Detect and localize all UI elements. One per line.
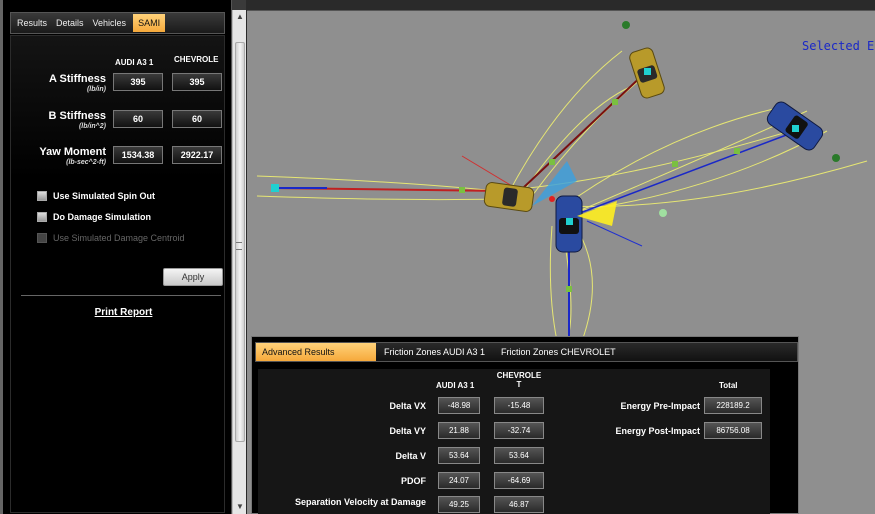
adv-column-header-total: Total: [719, 381, 738, 390]
sami-sidebar: Results Details Vehicles SAMI AUDI A3 1 …: [0, 0, 232, 514]
audi-path-line: [521, 70, 648, 190]
chevrolet-impact-cone: [577, 201, 617, 226]
yaw-moment-unit: (lb-sec^2-ft): [66, 159, 106, 166]
a-stiffness-chevrolet-field[interactable]: 395: [172, 73, 222, 91]
do-damage-simulation-label: Do Damage Simulation: [53, 212, 152, 222]
print-report-link[interactable]: Print Report: [11, 307, 236, 318]
chevrolet-path-line: [571, 130, 798, 217]
sidebar-scrollbar[interactable]: ▲ ▼: [232, 10, 246, 514]
delta-v-audi-value: 53.64: [438, 447, 480, 464]
delta-vy-label: Delta VY: [389, 426, 426, 436]
apply-button[interactable]: Apply: [163, 268, 223, 286]
delta-vy-audi-value: 21.88: [438, 422, 480, 439]
use-simulated-damage-centroid-label: Use Simulated Damage Centroid: [53, 233, 185, 243]
delta-vx-label: Delta VX: [389, 401, 426, 411]
use-simulated-spin-out-option[interactable]: Use Simulated Spin Out: [37, 191, 155, 201]
a-stiffness-label: A Stiffness (lb/in): [49, 73, 106, 93]
energy-post-impact-value: 86756.08: [704, 422, 762, 439]
adv-column-header-chevrolet-line1: CHEVROLE: [496, 371, 542, 380]
delta-v-label: Delta V: [395, 451, 426, 461]
impact-point-marker[interactable]: [549, 196, 555, 202]
tab-sami[interactable]: SAMI: [133, 14, 166, 32]
tab-advanced-results[interactable]: Advanced Results: [256, 343, 376, 361]
selected-label: Selected E: [802, 39, 875, 53]
energy-pre-impact-value: 228189.2: [704, 397, 762, 414]
use-simulated-spin-out-checkbox[interactable]: [37, 191, 47, 201]
advanced-results-panel: Advanced Results Friction Zones AUDI A3 …: [251, 336, 799, 514]
advanced-results-body: AUDI A3 1 CHEVROLE T Total Delta VX -48.…: [258, 369, 770, 514]
column-header-audi: AUDI A3 1: [115, 58, 154, 67]
chevrolet-center-marker[interactable]: [566, 218, 573, 225]
adv-column-header-chevrolet: CHEVROLE T: [494, 371, 544, 389]
audi-start-marker[interactable]: [271, 184, 279, 192]
scroll-down-icon[interactable]: ▼: [233, 500, 247, 514]
tab-vehicles[interactable]: Vehicles: [91, 14, 129, 32]
scrollbar-grip-icon: [236, 242, 242, 250]
energy-pre-impact-label: Energy Pre-Impact: [620, 401, 700, 411]
sami-panel: AUDI A3 1 CHEVROLE A Stiffness (lb/in) 3…: [10, 35, 225, 513]
b-stiffness-audi-field[interactable]: 60: [113, 110, 163, 128]
rest-point-marker[interactable]: [622, 21, 630, 29]
pdof-audi-value: 24.07: [438, 472, 480, 489]
rest-point-marker[interactable]: [659, 209, 667, 217]
a-stiffness-text: A Stiffness: [48, 73, 106, 85]
separation-velocity-chevrolet-value: 46.87: [494, 496, 544, 513]
yaw-moment-audi-field[interactable]: 1534.38: [113, 146, 163, 164]
separation-velocity-label: Separation Velocity at Damage: [294, 497, 426, 507]
tab-friction-zones-chevrolet[interactable]: Friction Zones CHEVROLET: [493, 343, 624, 361]
delta-vx-chevrolet-value: -15.48: [494, 397, 544, 414]
b-stiffness-label: B Stiffness (lb/in^2): [49, 110, 106, 130]
a-stiffness-audi-field[interactable]: 395: [113, 73, 163, 91]
sidebar-tabs: Results Details Vehicles SAMI: [10, 12, 225, 34]
tab-friction-zones-audi[interactable]: Friction Zones AUDI A3 1: [376, 343, 493, 361]
yaw-moment-label: Yaw Moment (lb-sec^2-ft): [39, 146, 106, 166]
yaw-moment-text: Yaw Moment: [39, 146, 106, 158]
divider: [21, 295, 221, 296]
column-header-chevrolet: CHEVROLE: [174, 55, 219, 64]
chevrolet-end-marker[interactable]: [792, 125, 799, 132]
b-stiffness-text: B Stiffness: [48, 110, 106, 122]
tab-details[interactable]: Details: [54, 14, 86, 32]
delta-vx-audi-value: -48.98: [438, 397, 480, 414]
rest-point-marker[interactable]: [832, 154, 840, 162]
pdof-chevrolet-value: -64.69: [494, 472, 544, 489]
do-damage-simulation-checkbox[interactable]: [37, 212, 47, 222]
audi-end-marker[interactable]: [644, 68, 651, 75]
pdof-label: PDOF: [400, 476, 426, 486]
b-stiffness-chevrolet-field[interactable]: 60: [172, 110, 222, 128]
force-vector-blue: [586, 220, 643, 247]
scroll-up-icon[interactable]: ▲: [233, 10, 247, 24]
use-simulated-damage-centroid-option: Use Simulated Damage Centroid: [37, 233, 185, 243]
delta-vy-chevrolet-value: -32.74: [494, 422, 544, 439]
use-simulated-damage-centroid-checkbox: [37, 233, 47, 243]
a-stiffness-unit: (lb/in): [86, 86, 106, 93]
energy-post-impact-label: Energy Post-Impact: [615, 426, 700, 436]
b-stiffness-unit: (lb/in^2): [78, 123, 106, 130]
scrollbar-top-gap: [232, 0, 246, 10]
tab-results[interactable]: Results: [15, 14, 49, 32]
do-damage-simulation-option[interactable]: Do Damage Simulation: [37, 212, 151, 222]
delta-v-chevrolet-value: 53.64: [494, 447, 544, 464]
use-simulated-spin-out-label: Use Simulated Spin Out: [53, 191, 156, 201]
separation-velocity-audi-value: 49.25: [438, 496, 480, 513]
adv-column-header-audi: AUDI A3 1: [436, 381, 475, 390]
yaw-moment-chevrolet-field[interactable]: 2922.17: [172, 146, 222, 164]
advanced-results-tabs: Advanced Results Friction Zones AUDI A3 …: [255, 342, 798, 362]
adv-column-header-chevrolet-line2: T: [516, 380, 522, 389]
